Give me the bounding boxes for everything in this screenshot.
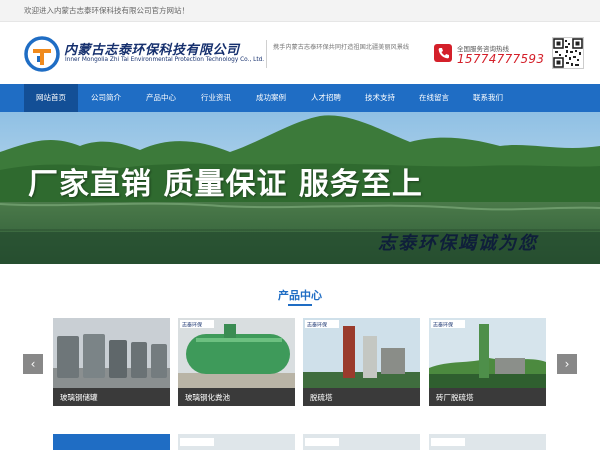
nav-item-products[interactable]: 产品中心 <box>137 84 185 112</box>
product-card-next-row[interactable] <box>178 434 295 450</box>
company-name-en: Inner Mongolia Zhi Tai Environmental Pro… <box>65 57 265 63</box>
qr-code-icon <box>552 37 584 69</box>
nav-item-jobs[interactable]: 人才招聘 <box>302 84 350 112</box>
product-card-next-row[interactable] <box>53 434 170 450</box>
top-bar: 欢迎进入内蒙古志泰环保科技有限公司官方网站！ <box>0 0 600 22</box>
product-caption: 砖厂脱硫塔 <box>429 388 546 406</box>
nav-item-message[interactable]: 在线留言 <box>410 84 458 112</box>
product-card[interactable]: 志泰环保 玻璃钢化粪池 <box>178 318 295 406</box>
header-divider <box>266 40 267 68</box>
products-section-title: 产品中心 <box>278 289 322 302</box>
product-card[interactable]: 玻璃钢储罐 <box>53 318 170 406</box>
svg-text:志泰环保: 志泰环保 <box>433 322 453 329</box>
product-caption: 玻璃钢储罐 <box>53 388 170 406</box>
product-caption: 脱硫塔 <box>303 388 420 406</box>
product-label: 脱硫塔 <box>310 393 333 402</box>
svg-text:志泰环保: 志泰环保 <box>307 322 327 329</box>
product-label: 玻璃钢储罐 <box>60 393 98 402</box>
banner-headline: 厂家直销 质量保证 服务至上 <box>28 167 423 202</box>
product-caption: 玻璃钢化粪池 <box>178 388 295 406</box>
chevron-right-icon[interactable]: › <box>557 354 577 374</box>
section-title-underline <box>288 304 312 306</box>
header-slogan: 携手内蒙古志泰环保共同打造祖国北疆美丽风景线 <box>273 44 410 51</box>
main-nav: 网站首页 公司简介 产品中心 行业资讯 成功案例 人才招聘 技术支持 在线留言 … <box>0 84 600 112</box>
product-image-septic-tank: 志泰环保 <box>178 318 295 388</box>
nav-item-home[interactable]: 网站首页 <box>24 84 78 112</box>
nav-item-support[interactable]: 技术支持 <box>356 84 404 112</box>
nav-item-cases[interactable]: 成功案例 <box>247 84 295 112</box>
banner-subline: 志泰环保竭诚为您 <box>378 233 538 254</box>
svg-text:志泰环保: 志泰环保 <box>182 322 202 329</box>
product-image-desulfurization-tower: 志泰环保 <box>303 318 420 388</box>
product-image-brick-kiln-tower: 志泰环保 <box>429 318 546 388</box>
logo-icon[interactable] <box>24 36 60 72</box>
hotline-number[interactable]: 15774777593 <box>457 52 544 66</box>
product-card-next-row[interactable] <box>303 434 420 450</box>
chevron-left-icon[interactable]: ‹ <box>23 354 43 374</box>
nav-item-contact[interactable]: 联系我们 <box>464 84 512 112</box>
nav-item-about[interactable]: 公司简介 <box>82 84 130 112</box>
welcome-text: 欢迎进入内蒙古志泰环保科技有限公司官方网站！ <box>24 6 189 15</box>
product-image-storage-tank <box>53 318 170 388</box>
product-card[interactable]: 志泰环保 脱硫塔 <box>303 318 420 406</box>
product-label: 砖厂脱硫塔 <box>436 393 474 402</box>
product-card[interactable]: 志泰环保 砖厂脱硫塔 <box>429 318 546 406</box>
phone-icon <box>434 44 452 62</box>
company-name-cn: 内蒙古志泰环保科技有限公司 <box>64 43 240 58</box>
nav-item-news[interactable]: 行业资讯 <box>192 84 240 112</box>
hero-banner[interactable]: 厂家直销 质量保证 服务至上 志泰环保竭诚为您 <box>0 112 600 264</box>
site-header: 内蒙古志泰环保科技有限公司 Inner Mongolia Zhi Tai Env… <box>0 22 600 84</box>
product-card-next-row[interactable] <box>429 434 546 450</box>
product-label: 玻璃钢化粪池 <box>185 393 230 402</box>
